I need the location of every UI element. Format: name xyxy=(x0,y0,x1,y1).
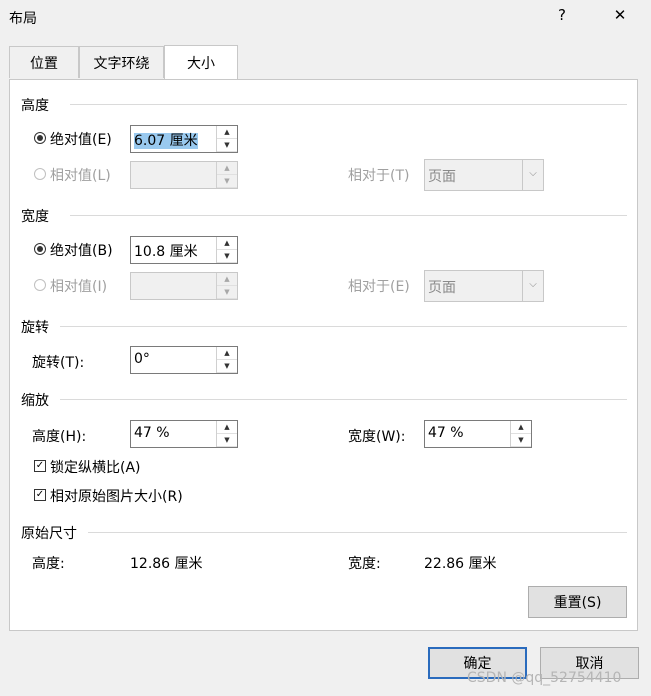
scale-height-spinner[interactable]: 47 % ▲ ▼ xyxy=(130,420,238,448)
height-relative-spinner[interactable]: ▲ ▼ xyxy=(130,161,238,189)
width-relative-to-label: 相对于(E) xyxy=(348,279,410,295)
rotation-input[interactable]: 0° xyxy=(131,347,216,373)
width-relative-to-select[interactable]: 页面 ⌵ xyxy=(424,270,544,302)
original-width-label: 宽度: xyxy=(348,556,381,572)
original-width-value: 22.86 厘米 xyxy=(424,556,497,572)
spin-down-icon[interactable]: ▼ xyxy=(217,360,237,373)
spin-down-icon[interactable]: ▼ xyxy=(217,175,237,188)
rotation-section-title: 旋转 xyxy=(21,320,49,336)
spin-down-icon[interactable]: ▼ xyxy=(511,434,531,447)
spin-up-icon[interactable]: ▲ xyxy=(511,421,531,434)
tab-size[interactable]: 大小 xyxy=(164,45,238,79)
height-relative-label: 相对值(L) xyxy=(50,168,111,184)
scale-section-title: 缩放 xyxy=(21,393,49,409)
width-relative-to-value: 页面 xyxy=(428,280,456,296)
watermark-text: CSDN @qq_52754410 xyxy=(467,670,622,686)
tab-text-wrap[interactable]: 文字环绕 xyxy=(79,46,164,78)
height-relative-to-label: 相对于(T) xyxy=(348,168,410,184)
height-absolute-label: 绝对值(E) xyxy=(50,132,112,148)
divider xyxy=(70,215,627,216)
original-size-section-title: 原始尺寸 xyxy=(21,526,77,542)
divider xyxy=(70,104,627,105)
spin-down-icon[interactable]: ▼ xyxy=(217,434,237,447)
spin-up-icon[interactable]: ▲ xyxy=(217,421,237,434)
spin-down-icon[interactable]: ▼ xyxy=(217,139,237,152)
height-section-title: 高度 xyxy=(21,98,49,114)
spin-down-icon[interactable]: ▼ xyxy=(217,286,237,299)
size-panel: 高度 绝对值(E) 6.07 厘米 ▲ ▼ 相对值(L) ▲ ▼ 相对于(T) 页面… xyxy=(9,79,638,631)
reset-button[interactable]: 重置(S) xyxy=(528,586,627,618)
chevron-down-icon[interactable]: ⌵ xyxy=(522,160,543,190)
spin-up-icon[interactable]: ▲ xyxy=(217,162,237,175)
width-absolute-label: 绝对值(B) xyxy=(50,243,113,259)
scale-width-input[interactable]: 47 % xyxy=(425,421,510,447)
divider xyxy=(60,399,627,400)
spin-up-icon[interactable]: ▲ xyxy=(217,273,237,286)
lock-aspect-label: 锁定纵横比(A) xyxy=(50,460,141,476)
divider xyxy=(88,532,627,533)
width-absolute-input[interactable]: 10.8 厘米 xyxy=(131,237,216,263)
help-button[interactable]: ? xyxy=(552,6,572,24)
width-relative-spinner[interactable]: ▲ ▼ xyxy=(130,272,238,300)
height-relative-radio[interactable] xyxy=(34,168,46,180)
rotation-spinner[interactable]: 0° ▲ ▼ xyxy=(130,346,238,374)
lock-aspect-checkbox[interactable]: ✓ xyxy=(34,460,46,472)
relative-original-checkbox[interactable]: ✓ xyxy=(34,489,46,501)
width-relative-radio[interactable] xyxy=(34,279,46,291)
height-relative-to-select[interactable]: 页面 ⌵ xyxy=(424,159,544,191)
width-absolute-spinner[interactable]: 10.8 厘米 ▲ ▼ xyxy=(130,236,238,264)
relative-original-label: 相对原始图片大小(R) xyxy=(50,489,183,505)
spin-up-icon[interactable]: ▲ xyxy=(217,237,237,250)
height-absolute-spinner[interactable]: 6.07 厘米 ▲ ▼ xyxy=(130,125,238,153)
spin-up-icon[interactable]: ▲ xyxy=(217,347,237,360)
rotation-label: 旋转(T): xyxy=(32,355,85,371)
width-relative-input[interactable] xyxy=(131,273,216,299)
scale-width-label: 宽度(W): xyxy=(348,429,406,445)
spin-down-icon[interactable]: ▼ xyxy=(217,250,237,263)
height-relative-to-value: 页面 xyxy=(428,169,456,185)
close-button[interactable]: ✕ xyxy=(610,6,630,24)
height-absolute-input[interactable]: 6.07 厘米 xyxy=(131,126,216,152)
divider xyxy=(60,326,627,327)
scale-height-label: 高度(H): xyxy=(32,429,87,445)
width-relative-label: 相对值(I) xyxy=(50,279,108,295)
spin-up-icon[interactable]: ▲ xyxy=(217,126,237,139)
tab-position[interactable]: 位置 xyxy=(9,46,79,78)
scale-height-input[interactable]: 47 % xyxy=(131,421,216,447)
width-absolute-radio[interactable] xyxy=(34,243,46,255)
original-height-label: 高度: xyxy=(32,556,65,572)
original-height-value: 12.86 厘米 xyxy=(130,556,203,572)
height-relative-input[interactable] xyxy=(131,162,216,188)
width-section-title: 宽度 xyxy=(21,209,49,225)
height-absolute-radio[interactable] xyxy=(34,132,46,144)
dialog-title: 布局 xyxy=(9,11,37,27)
chevron-down-icon[interactable]: ⌵ xyxy=(522,271,543,301)
scale-width-spinner[interactable]: 47 % ▲ ▼ xyxy=(424,420,532,448)
